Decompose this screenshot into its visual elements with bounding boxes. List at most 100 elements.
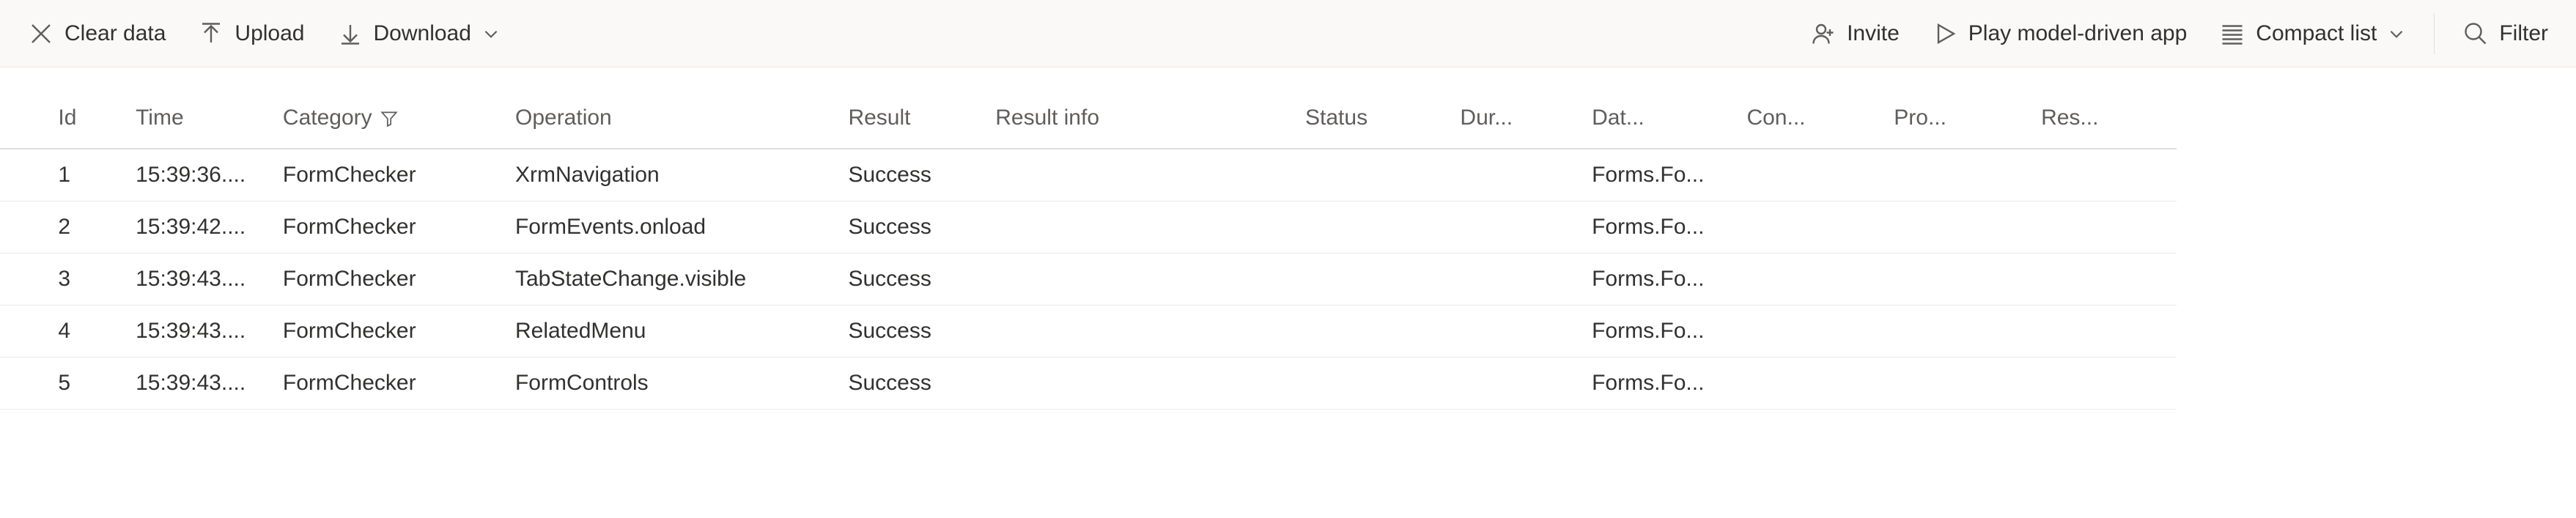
- cell-operation: TabStateChange.visible: [503, 254, 836, 306]
- cell-result-info: [983, 254, 1293, 306]
- column-header-result[interactable]: Result: [836, 67, 983, 149]
- filter-button[interactable]: Filter: [2449, 13, 2561, 54]
- cell-duration: [1448, 254, 1580, 306]
- column-header-pro[interactable]: Pro...: [1882, 67, 2029, 149]
- column-header-data[interactable]: Dat...: [1580, 67, 1735, 149]
- column-label: Status: [1305, 106, 1368, 130]
- cell-result: Success: [836, 201, 983, 254]
- cell-result: Success: [836, 306, 983, 358]
- column-header-duration[interactable]: Dur...: [1448, 67, 1580, 149]
- table-header-row: Id Time Category Operation Result Result…: [0, 67, 2177, 149]
- column-header-con[interactable]: Con...: [1735, 67, 1882, 149]
- upload-icon: [198, 21, 224, 47]
- cell-duration: [1448, 201, 1580, 254]
- cell-pro: [1882, 254, 2029, 306]
- cell-time: 15:39:43....: [124, 358, 271, 410]
- table-row[interactable]: 415:39:43....FormCheckerRelatedMenuSucce…: [0, 306, 2177, 358]
- cell-duration: [1448, 306, 1580, 358]
- cell-select: [0, 306, 46, 358]
- table-row[interactable]: 115:39:36....FormCheckerXrmNavigationSuc…: [0, 149, 2177, 201]
- cell-res: [2029, 201, 2177, 254]
- clear-data-button[interactable]: Clear data: [15, 13, 179, 54]
- invite-label: Invite: [1847, 21, 1900, 46]
- compact-list-button[interactable]: Compact list: [2206, 13, 2419, 54]
- cell-category: FormChecker: [271, 306, 503, 358]
- upload-label: Upload: [235, 21, 304, 46]
- toolbar-separator: [2434, 13, 2435, 54]
- cell-result: Success: [836, 254, 983, 306]
- cell-id: 2: [46, 201, 124, 254]
- cell-status: [1293, 358, 1448, 410]
- cell-status: [1293, 201, 1448, 254]
- cell-category: FormChecker: [271, 201, 503, 254]
- column-header-status[interactable]: Status: [1293, 67, 1448, 149]
- column-header-select[interactable]: [0, 67, 46, 149]
- play-button[interactable]: Play model-driven app: [1919, 13, 2201, 54]
- cell-res: [2029, 358, 2177, 410]
- cell-con: [1735, 201, 1882, 254]
- cell-status: [1293, 306, 1448, 358]
- cell-result-info: [983, 149, 1293, 201]
- cell-time: 15:39:42....: [124, 201, 271, 254]
- compact-list-label: Compact list: [2256, 21, 2377, 46]
- cell-category: FormChecker: [271, 149, 503, 201]
- cell-data: Forms.Fo...: [1580, 306, 1735, 358]
- chevron-down-icon: [2387, 24, 2406, 43]
- cell-result-info: [983, 201, 1293, 254]
- play-icon: [1932, 21, 1958, 47]
- cell-status: [1293, 254, 1448, 306]
- cell-status: [1293, 149, 1448, 201]
- table-row[interactable]: 515:39:43....FormCheckerFormControlsSucc…: [0, 358, 2177, 410]
- cell-data: Forms.Fo...: [1580, 254, 1735, 306]
- column-header-operation[interactable]: Operation: [503, 67, 836, 149]
- cell-id: 1: [46, 149, 124, 201]
- column-label: Operation: [515, 106, 612, 130]
- column-header-time[interactable]: Time: [124, 67, 271, 149]
- cell-id: 4: [46, 306, 124, 358]
- download-button[interactable]: Download: [324, 13, 514, 54]
- cell-data: Forms.Fo...: [1580, 358, 1735, 410]
- cell-select: [0, 254, 46, 306]
- cell-pro: [1882, 201, 2029, 254]
- cell-duration: [1448, 358, 1580, 410]
- column-header-res[interactable]: Res...: [2029, 67, 2177, 149]
- clear-data-label: Clear data: [64, 21, 166, 46]
- cell-operation: XrmNavigation: [503, 149, 836, 201]
- column-label: Pro...: [1894, 106, 1946, 130]
- command-bar-right: Invite Play model-driven app Compact lis…: [1797, 13, 2561, 54]
- cell-duration: [1448, 149, 1580, 201]
- cell-con: [1735, 254, 1882, 306]
- cell-result-info: [983, 306, 1293, 358]
- list-icon: [2219, 21, 2245, 47]
- cell-time: 15:39:43....: [124, 306, 271, 358]
- column-label: Result: [848, 106, 910, 130]
- cell-operation: FormEvents.onload: [503, 201, 836, 254]
- search-icon: [2462, 21, 2489, 47]
- cell-con: [1735, 149, 1882, 201]
- cell-category: FormChecker: [271, 254, 503, 306]
- column-label: Dat...: [1592, 106, 1645, 130]
- cell-time: 15:39:36....: [124, 149, 271, 201]
- cell-operation: RelatedMenu: [503, 306, 836, 358]
- data-grid: Id Time Category Operation Result Result…: [0, 67, 2177, 410]
- column-header-category[interactable]: Category: [271, 67, 503, 149]
- invite-button[interactable]: Invite: [1797, 13, 1913, 54]
- cell-data: Forms.Fo...: [1580, 201, 1735, 254]
- cell-select: [0, 358, 46, 410]
- cell-con: [1735, 306, 1882, 358]
- column-header-id[interactable]: Id: [46, 67, 124, 149]
- column-header-result-info[interactable]: Result info: [983, 67, 1293, 149]
- column-label: Category: [283, 106, 372, 130]
- upload-button[interactable]: Upload: [185, 13, 317, 54]
- table-row[interactable]: 215:39:42....FormCheckerFormEvents.onloa…: [0, 201, 2177, 254]
- cell-res: [2029, 306, 2177, 358]
- cell-result: Success: [836, 149, 983, 201]
- invite-person-icon: [1810, 21, 1837, 47]
- column-label: Res...: [2041, 106, 2098, 130]
- download-icon: [337, 21, 363, 47]
- cell-pro: [1882, 149, 2029, 201]
- cell-data: Forms.Fo...: [1580, 149, 1735, 201]
- column-label: Con...: [1746, 106, 1805, 130]
- cell-select: [0, 201, 46, 254]
- table-row[interactable]: 315:39:43....FormCheckerTabStateChange.v…: [0, 254, 2177, 306]
